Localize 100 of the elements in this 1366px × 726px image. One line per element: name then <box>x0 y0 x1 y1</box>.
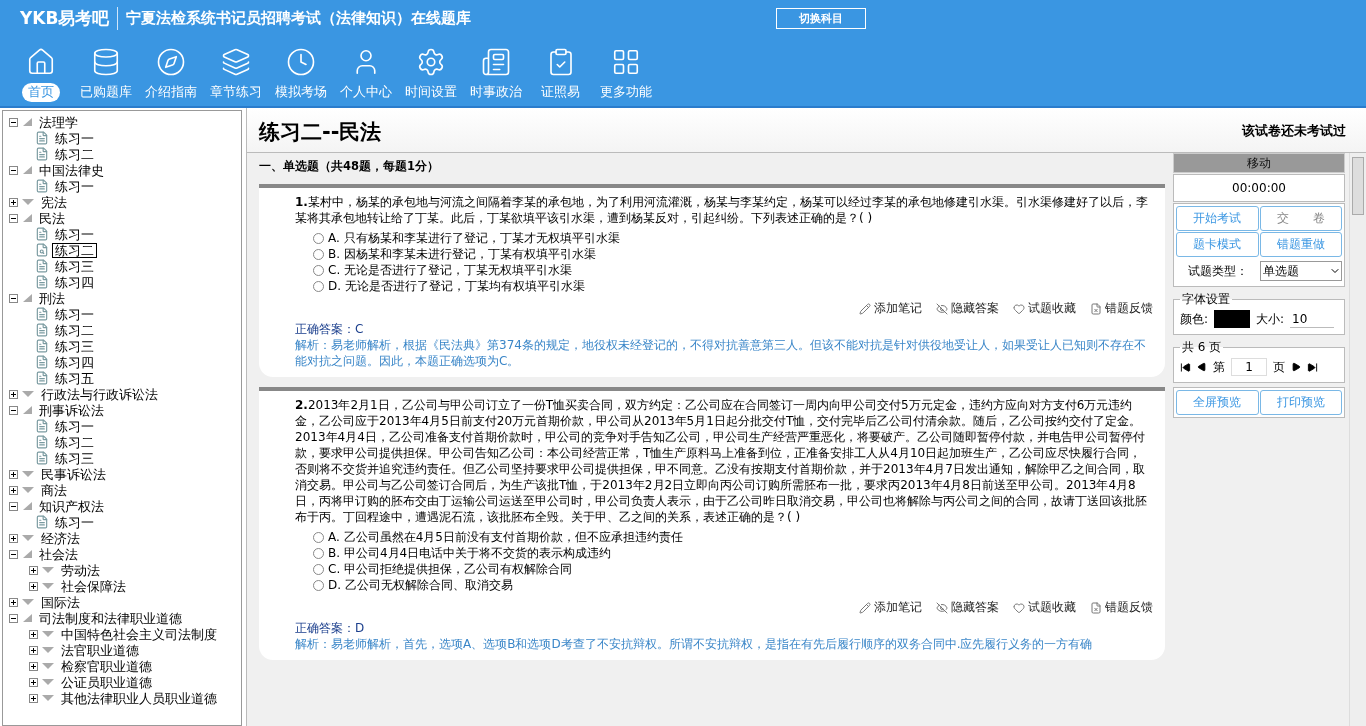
tree-item[interactable]: 练习二 <box>52 146 97 162</box>
tree-item[interactable]: 练习一 <box>52 418 97 434</box>
tree-node[interactable]: 商法 <box>38 482 70 498</box>
tree-node[interactable]: 中国法律史 <box>36 162 107 178</box>
action-link[interactable]: 错题反馈 <box>1090 300 1153 317</box>
expand-icon[interactable] <box>29 629 38 639</box>
tree-item[interactable]: 练习三 <box>52 258 97 274</box>
radio-button[interactable] <box>313 280 324 292</box>
radio-button[interactable] <box>313 547 324 559</box>
tree-node[interactable]: 其他法律职业人员职业道德 <box>58 690 220 706</box>
tree-node[interactable]: 宪法 <box>38 194 70 210</box>
triangle-icon <box>41 694 55 702</box>
collapse-icon[interactable] <box>9 165 18 175</box>
layers-icon[interactable] <box>220 47 251 77</box>
tree-node[interactable]: 社会保障法 <box>58 578 129 594</box>
tree-item[interactable]: 练习一 <box>52 306 97 322</box>
collapse-icon[interactable] <box>9 405 18 415</box>
radio-button[interactable] <box>313 248 324 260</box>
document-icon <box>35 227 49 241</box>
next-page-button[interactable] <box>1291 362 1301 372</box>
expand-icon[interactable] <box>29 645 38 655</box>
newspaper-icon[interactable] <box>480 47 511 77</box>
action-link[interactable]: 隐藏答案 <box>936 300 999 317</box>
action-link[interactable]: 试题收藏 <box>1013 599 1076 616</box>
tree-item[interactable]: 练习二 <box>52 242 97 258</box>
tree-node[interactable]: 公证员职业道德 <box>58 674 155 690</box>
expand-icon[interactable] <box>9 389 18 399</box>
triangle-icon <box>21 390 35 398</box>
tree-node[interactable]: 国际法 <box>38 594 83 610</box>
tree-node[interactable]: 知识产权法 <box>36 498 107 514</box>
radio-button[interactable] <box>313 264 324 276</box>
radio-button[interactable] <box>313 563 324 575</box>
document-icon <box>35 323 49 337</box>
action-link[interactable]: 添加笔记 <box>859 599 922 616</box>
expand-icon[interactable] <box>9 533 18 543</box>
clock-icon[interactable] <box>285 47 316 77</box>
tree-node[interactable]: 检察官职业道德 <box>58 658 155 674</box>
page-field[interactable]: 1 <box>1231 358 1267 376</box>
action-link[interactable]: 添加笔记 <box>859 300 922 317</box>
tree-node[interactable]: 刑法 <box>36 290 68 306</box>
color-swatch[interactable] <box>1214 310 1251 328</box>
action-link[interactable]: 错题反馈 <box>1090 599 1153 616</box>
option-text: D. 乙公司无权解除合同、取消交易 <box>328 577 513 593</box>
tree-item[interactable]: 练习二 <box>52 322 97 338</box>
tree-node[interactable]: 经济法 <box>38 530 83 546</box>
radio-button[interactable] <box>313 579 324 591</box>
collapse-icon[interactable] <box>9 613 18 623</box>
tree-item[interactable]: 练习三 <box>52 450 97 466</box>
tree-node[interactable]: 司法制度和法律职业道德 <box>36 610 185 626</box>
tree-item[interactable]: 练习一 <box>52 226 97 242</box>
tree-item[interactable]: 练习四 <box>52 354 97 370</box>
tree-node[interactable]: 法官职业道德 <box>58 642 142 658</box>
expand-icon[interactable] <box>9 197 18 207</box>
answer-analysis: 解析：易老师解析，根据《民法典》第374条的规定，地役权未经登记的，不得对抗善意第三人。但该不能对抗是针对供役地受让人，如果受让人已知则不存在不能对抗之问题。因此，本题正确选项为C。 <box>295 337 1147 369</box>
tree-node[interactable]: 劳动法 <box>58 562 103 578</box>
first-page-button[interactable] <box>1180 361 1191 373</box>
collapse-icon[interactable] <box>9 549 18 559</box>
previous-page-button[interactable] <box>1197 362 1207 372</box>
last-page-button[interactable] <box>1307 361 1318 373</box>
triangle-icon <box>21 534 35 542</box>
tree-item[interactable]: 练习一 <box>52 178 97 194</box>
tree-node[interactable]: 刑事诉讼法 <box>36 402 107 418</box>
expand-icon[interactable] <box>9 469 18 479</box>
tree-node[interactable]: 行政法与行政诉讼法 <box>38 386 161 402</box>
correct-answer: 正确答案：D <box>295 620 366 636</box>
action-link[interactable]: 试题收藏 <box>1013 300 1076 317</box>
expand-icon[interactable] <box>29 661 38 671</box>
type-select[interactable]: 单选题 <box>1260 261 1342 281</box>
option-text: C. 无论是否进行了登记，丁某无权填平引水渠 <box>328 262 573 278</box>
tree-item[interactable]: 练习二 <box>52 434 97 450</box>
collapse-icon[interactable] <box>9 117 18 127</box>
collapse-icon[interactable] <box>9 213 18 223</box>
radio-button[interactable] <box>313 232 324 244</box>
tree-node[interactable]: 法理学 <box>36 114 81 130</box>
page-prefix: 第 <box>1213 358 1225 376</box>
expand-icon[interactable] <box>29 565 38 575</box>
action-link[interactable]: 隐藏答案 <box>936 599 999 616</box>
expand-icon[interactable] <box>29 693 38 703</box>
tree-item[interactable]: 练习五 <box>52 370 97 386</box>
collapse-icon[interactable] <box>9 293 18 303</box>
collapse-icon[interactable] <box>9 501 18 511</box>
compass-icon[interactable] <box>155 47 186 77</box>
tree-node[interactable]: 中国特色社会主义司法制度 <box>58 626 220 642</box>
tree-item[interactable]: 练习一 <box>52 130 97 146</box>
tree-item[interactable]: 练习四 <box>52 274 97 290</box>
tree-node[interactable]: 社会法 <box>36 546 81 562</box>
group-legend: 字体设置 <box>1180 291 1232 308</box>
triangle-icon <box>21 613 33 623</box>
tree-node[interactable]: 民事诉讼法 <box>38 466 109 482</box>
expand-icon[interactable] <box>29 677 38 687</box>
tree-item[interactable]: 练习一 <box>52 514 97 530</box>
tree-item[interactable]: 练习三 <box>52 338 97 354</box>
document-icon <box>35 307 49 321</box>
tree-node[interactable]: 民法 <box>36 210 68 226</box>
scrollbar[interactable] <box>1349 153 1366 726</box>
radio-button[interactable] <box>313 531 324 543</box>
expand-icon[interactable] <box>9 597 18 607</box>
expand-icon[interactable] <box>9 485 18 495</box>
expand-icon[interactable] <box>29 581 38 591</box>
triangle-icon <box>41 566 55 574</box>
